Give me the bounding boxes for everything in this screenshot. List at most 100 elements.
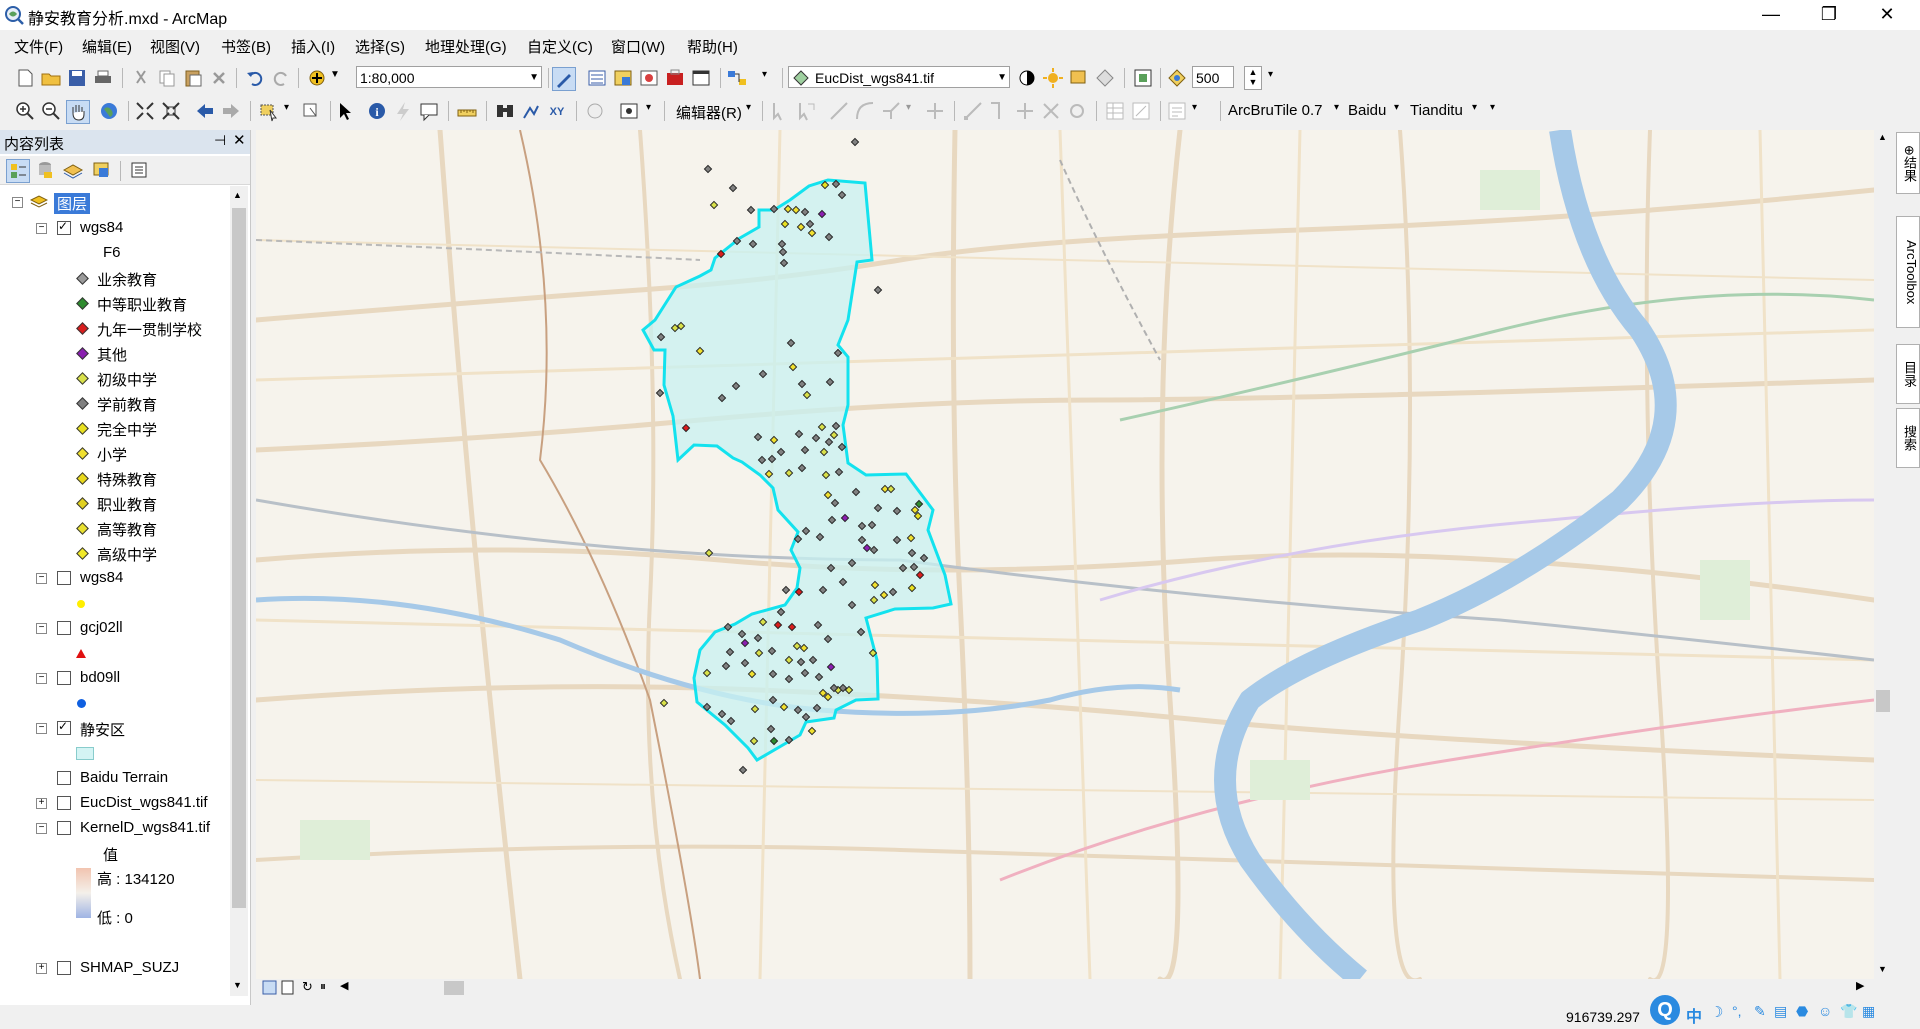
ime-chinese-mode-icon[interactable]: 中	[1686, 1003, 1702, 1027]
list-by-selection-icon[interactable]	[90, 159, 112, 181]
menu-selection[interactable]: 选择(S)	[355, 36, 405, 57]
chevron-down-icon[interactable]: ▾	[1394, 102, 1399, 113]
copy-icon[interactable]	[156, 67, 178, 89]
add-data-dropdown-icon[interactable]: ▼	[330, 69, 340, 80]
collapse-icon[interactable]: −	[36, 823, 47, 834]
new-document-icon[interactable]	[14, 67, 36, 89]
toc-root-label[interactable]: 图层	[54, 193, 91, 214]
scroll-left-icon[interactable]: ◀	[340, 979, 348, 992]
menu-insert[interactable]: 插入(I)	[291, 36, 335, 57]
contrast-icon[interactable]	[1016, 67, 1038, 89]
hyperlink-icon[interactable]	[392, 100, 414, 122]
straight-segment-icon[interactable]	[828, 100, 850, 122]
brightness-value-input[interactable]: 500	[1192, 66, 1234, 88]
catalog-icon[interactable]	[612, 67, 634, 89]
chevron-down-icon[interactable]: ▾	[1334, 102, 1339, 113]
delete-icon[interactable]	[208, 67, 230, 89]
layer-visibility-checkbox[interactable]	[57, 961, 71, 975]
scroll-up-icon[interactable]: ▲	[1878, 132, 1887, 142]
scroll-thumb[interactable]	[444, 981, 464, 995]
layer-visibility-checkbox[interactable]	[57, 771, 71, 785]
endpoint-arc-icon[interactable]	[854, 100, 876, 122]
save-icon[interactable]	[66, 67, 88, 89]
split-tool-icon[interactable]	[1040, 100, 1062, 122]
collapse-icon[interactable]: −	[12, 197, 23, 208]
baidu-menu-button[interactable]: Baidu	[1348, 102, 1386, 119]
toolbar-overflow-icon[interactable]: ▾	[1192, 102, 1197, 113]
ime-punctuation-icon[interactable]: °,	[1732, 1003, 1742, 1019]
menu-windows[interactable]: 窗口(W)	[611, 36, 665, 57]
open-folder-icon[interactable]	[40, 67, 62, 89]
identify-icon[interactable]: i	[366, 100, 388, 122]
map-view[interactable]	[256, 130, 1874, 979]
brightness-icon[interactable]	[1042, 67, 1064, 89]
collapse-icon[interactable]: −	[36, 673, 47, 684]
time-slider-icon[interactable]	[584, 100, 606, 122]
chevron-down-icon[interactable]: ▾	[1472, 102, 1477, 113]
layer-visibility-checkbox[interactable]	[57, 719, 71, 735]
menu-file[interactable]: 文件(F)	[14, 36, 63, 57]
layer-visibility-checkbox[interactable]	[57, 671, 71, 685]
print-icon[interactable]	[92, 67, 114, 89]
collapse-icon[interactable]: −	[36, 573, 47, 584]
toolbar-overflow-icon[interactable]: ▾	[646, 102, 651, 113]
edit-annotation-icon[interactable]	[794, 100, 816, 122]
undo-icon[interactable]	[244, 67, 266, 89]
go-back-icon[interactable]	[194, 100, 216, 122]
arcbrutile-menu-button[interactable]: ArcBruTile 0.7	[1228, 102, 1322, 119]
minimize-button[interactable]: —	[1748, 0, 1794, 30]
map-canvas[interactable]	[256, 130, 1874, 979]
ime-logo-icon[interactable]: Q	[1650, 995, 1680, 1025]
flicker-rate-icon[interactable]	[1166, 67, 1188, 89]
toolbar-overflow-icon[interactable]: ▾	[762, 69, 767, 80]
restore-button[interactable]: ❐	[1806, 0, 1852, 30]
cut-polygons-icon[interactable]	[1014, 100, 1036, 122]
ime-shirt-icon[interactable]: 👕	[1840, 1003, 1857, 1020]
clear-selection-icon[interactable]	[300, 100, 322, 122]
trace-tool-icon[interactable]	[880, 100, 902, 122]
viewer-window-icon[interactable]	[618, 100, 640, 122]
layer-visibility-checkbox[interactable]	[57, 219, 71, 235]
fixed-zoom-out-icon[interactable]	[160, 100, 182, 122]
reshape-feature-icon[interactable]	[988, 100, 1010, 122]
pause-drawing-icon[interactable]: ⏸	[320, 979, 326, 994]
swipe-icon[interactable]	[1094, 67, 1116, 89]
map-scale-combo[interactable]: 1:80,000 ▼	[356, 66, 542, 88]
layer-name[interactable]: bd09ll	[80, 669, 120, 686]
layer-name[interactable]: EucDist_wgs841.tif	[80, 794, 208, 811]
menu-bookmarks[interactable]: 书签(B)	[221, 36, 271, 57]
collapse-icon[interactable]: −	[36, 723, 47, 734]
arctoolbox-dock-tab[interactable]: ArcToolbox	[1896, 216, 1920, 328]
toolbar-overflow-icon[interactable]: ▾	[1490, 102, 1495, 113]
brightness-spinner[interactable]: ▲ ▼	[1244, 66, 1262, 90]
scroll-right-icon[interactable]: ▶	[1856, 979, 1864, 992]
scroll-down-icon[interactable]: ▼	[1878, 964, 1887, 974]
ime-moon-icon[interactable]: ☽	[1710, 1003, 1723, 1021]
map-horizontal-scrollbar[interactable]: ↻ ⏸ ◀ ▶	[256, 979, 1874, 997]
sketch-properties-icon[interactable]	[1130, 100, 1152, 122]
cut-icon[interactable]	[130, 67, 152, 89]
pan-hand-icon[interactable]	[66, 100, 90, 124]
scroll-thumb[interactable]	[1876, 690, 1890, 712]
list-by-visibility-icon[interactable]	[62, 159, 84, 181]
search-dock-tab[interactable]: 搜索	[1896, 408, 1920, 468]
map-vertical-scrollbar[interactable]: ▲ ▼	[1874, 130, 1892, 979]
rotate-tool-icon[interactable]	[1066, 100, 1088, 122]
layer-visibility-checkbox[interactable]	[57, 821, 71, 835]
edit-tool-icon[interactable]	[768, 100, 790, 122]
toc-options-icon[interactable]	[128, 159, 150, 181]
html-popup-icon[interactable]	[418, 100, 440, 122]
ime-wrench-icon[interactable]: ✎	[1754, 1003, 1766, 1020]
select-features-icon[interactable]	[258, 100, 280, 122]
close-panel-icon[interactable]: ✕	[233, 131, 246, 149]
menu-geoprocessing[interactable]: 地理处理(G)	[425, 36, 507, 57]
python-window-icon[interactable]	[690, 67, 712, 89]
ime-grid-icon[interactable]: ▦	[1862, 1003, 1875, 1020]
editor-menu-button[interactable]: 编辑器(R)	[676, 102, 742, 123]
catalog-dock-tab[interactable]: 目录	[1896, 344, 1920, 404]
full-extent-globe-icon[interactable]	[98, 100, 120, 122]
layer-name[interactable]: wgs84	[80, 219, 123, 236]
ime-clipboard-icon[interactable]: ▤	[1774, 1003, 1787, 1020]
search-window-icon[interactable]	[638, 67, 660, 89]
scroll-up-icon[interactable]: ▲	[233, 190, 242, 200]
